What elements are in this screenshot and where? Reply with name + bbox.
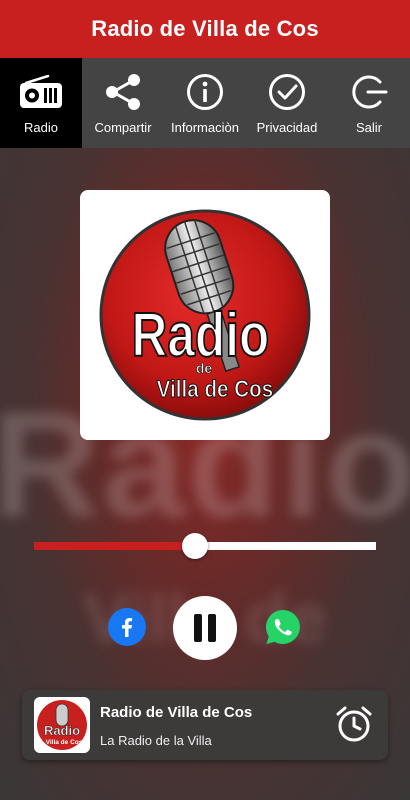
pause-icon-bar-right <box>208 614 216 642</box>
player-background: Radio Villa de <box>0 148 410 800</box>
info-icon <box>182 72 228 112</box>
facebook-icon <box>122 618 133 637</box>
thumb-logo-villa: Villa de Cos <box>46 739 83 746</box>
now-playing-bar[interactable]: Radio Villa de Cos Radio de Villa de Cos… <box>22 690 388 760</box>
nav-label-informacion: Informaciòn <box>171 120 239 135</box>
station-artwork: Radio de Villa de Cos <box>80 190 330 440</box>
sleep-timer-button[interactable] <box>334 704 374 744</box>
nav-item-privacidad[interactable]: Privacidad <box>246 58 328 148</box>
now-playing-title: Radio de Villa de Cos <box>100 704 253 721</box>
now-playing-thumbnail: Radio Villa de Cos <box>34 697 90 753</box>
now-playing-subtitle: La Radio de la Villa <box>100 733 212 748</box>
whatsapp-icon <box>265 609 300 644</box>
nav-item-informacion[interactable]: Informaciòn <box>164 58 246 148</box>
app-title: Radio de Villa de Cos <box>91 16 319 41</box>
logo-text-de: de <box>196 360 213 376</box>
nav-item-radio[interactable]: Radio <box>0 58 82 148</box>
pause-icon-bar-left <box>194 614 202 642</box>
seek-thumb[interactable] <box>181 533 208 559</box>
alarm-clock-icon <box>336 706 372 742</box>
nav-item-salir[interactable]: Salir <box>328 58 410 148</box>
facebook-share-button[interactable] <box>108 608 146 646</box>
top-navigation: Radio Compartir Informaciòn Privacidad S… <box>0 58 410 148</box>
pause-button[interactable] <box>173 596 237 660</box>
whatsapp-share-button[interactable] <box>264 608 302 646</box>
app-title-bar: Radio de Villa de Cos <box>0 0 410 58</box>
nav-label-salir: Salir <box>355 120 382 135</box>
playback-seek-bar[interactable] <box>34 533 376 559</box>
station-logo: Radio de Villa de Cos <box>99 209 311 421</box>
exit-icon <box>346 72 392 112</box>
seek-progress <box>34 542 195 550</box>
thumb-logo-radio: Radio <box>44 723 80 738</box>
station-logo-small: Radio Villa de Cos <box>37 700 87 750</box>
logo-text-villa: Villa de Cos <box>157 376 274 403</box>
player-controls <box>0 596 410 660</box>
nav-label-privacidad: Privacidad <box>256 120 318 135</box>
nav-item-compartir[interactable]: Compartir <box>82 58 164 148</box>
radio-icon <box>18 72 64 112</box>
nav-label-radio: Radio <box>24 120 58 135</box>
logo-text-radio: Radio <box>132 300 270 370</box>
share-icon <box>100 72 146 112</box>
check-circle-icon <box>264 72 310 112</box>
nav-label-compartir: Compartir <box>94 120 152 135</box>
